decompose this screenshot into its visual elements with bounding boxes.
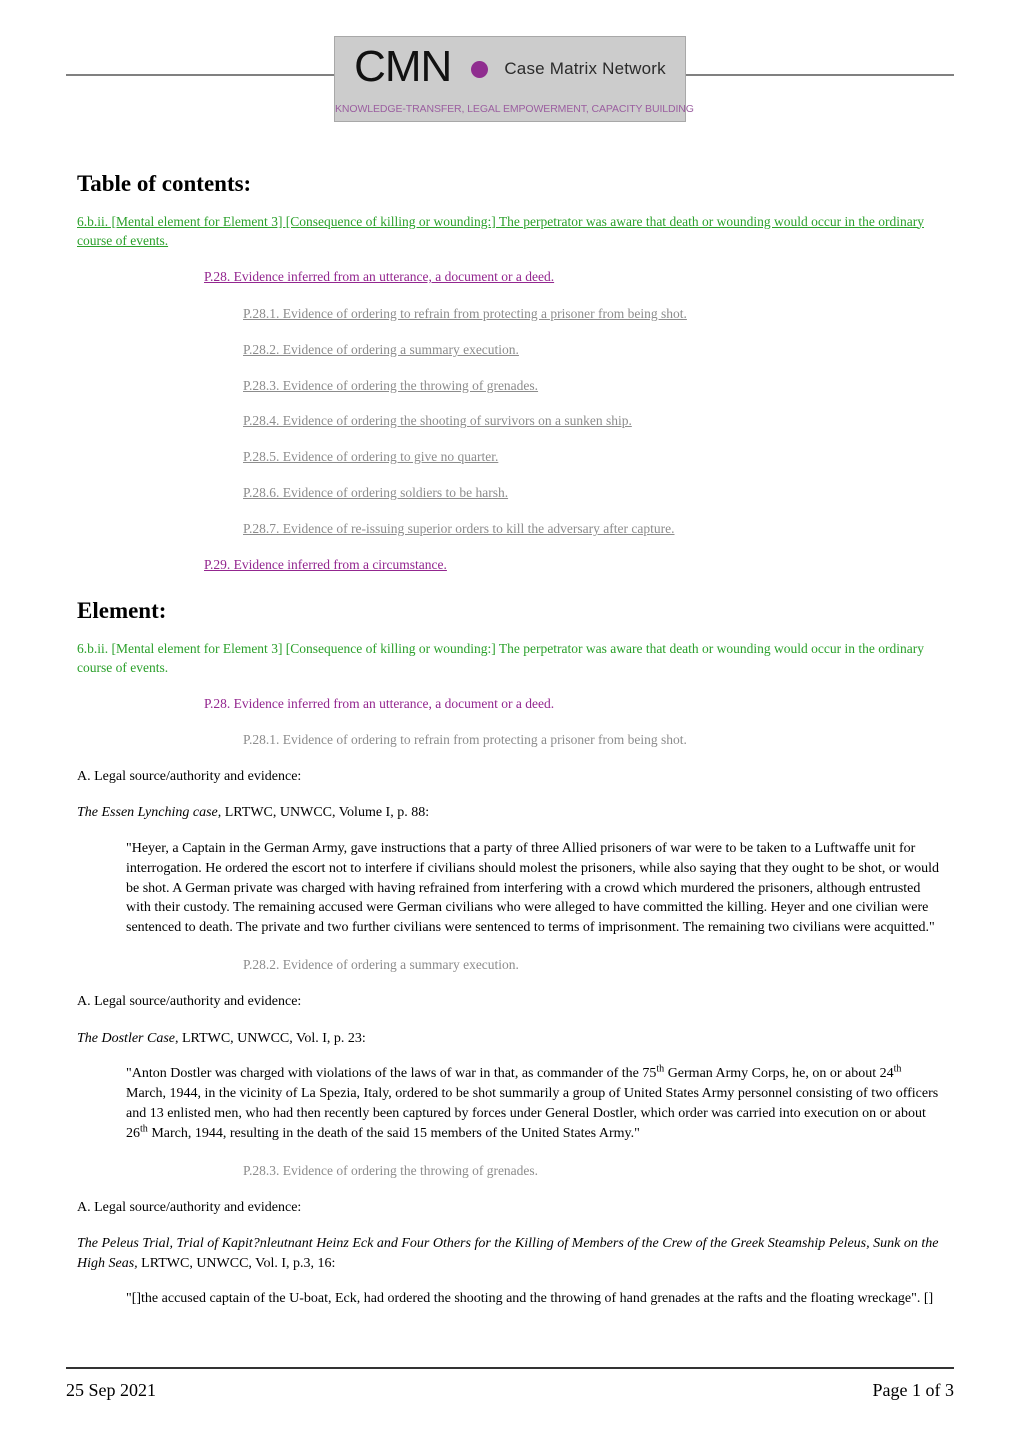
toc-link-p28-7[interactable]: P.28.7. Evidence of re-issuing superior … — [243, 520, 943, 539]
legal-source-label-1: A. Legal source/authority and evidence: — [77, 768, 302, 784]
legal-source-label-3: A. Legal source/authority and evidence: — [77, 1199, 302, 1215]
citation-2-rest: , LRTWC, UNWCC, Vol. I, p. 23: — [175, 1030, 366, 1046]
element-p28-text: P.28. Evidence inferred from an utteranc… — [204, 695, 555, 711]
toc-heading: Table of contents: — [77, 171, 252, 196]
cmn-logo: CMN Case Matrix Network KNOWLEDGE-TRANSF… — [334, 36, 694, 122]
toc-link-element[interactable]: 6.b.ii. [Mental element for Element 3] [… — [77, 212, 943, 250]
quote-2-sup-3: th — [140, 1123, 148, 1135]
element-heading: Element: — [77, 597, 167, 623]
logo-dot-icon — [471, 60, 489, 78]
quote-3: "[]the accused captain of the U-boat, Ec… — [126, 1291, 934, 1307]
logo-main-row: CMN Case Matrix Network — [335, 43, 685, 95]
toc-link-p28-6[interactable]: P.28.6. Evidence of ordering soldiers to… — [243, 484, 943, 503]
toc-link-p28[interactable]: P.28. Evidence inferred from an utteranc… — [204, 268, 943, 287]
citation-3: The Peleus Trial, Trial of Kapit?nleutna… — [77, 1234, 943, 1273]
toc-link-p29[interactable]: P.29. Evidence inferred from a circumsta… — [204, 556, 943, 575]
quote-2: "Anton Dostler was charged with violatio… — [126, 1064, 941, 1144]
footer-date: 25 Sep 2021 — [66, 1380, 156, 1400]
toc-link-p28-2[interactable]: P.28.2. Evidence of ordering a summary e… — [243, 341, 943, 360]
citation-1-title: The Essen Lynching case — [77, 805, 218, 821]
citation-1: The Essen Lynching case, LRTWC, UNWCC, V… — [77, 803, 943, 823]
element-text: 6.b.ii. [Mental element for Element 3] [… — [77, 640, 924, 675]
page-header: CMN Case Matrix Network KNOWLEDGE-TRANSF… — [0, 36, 1020, 122]
quote-2-part-b: German Army Corps, he, on or about 24 — [664, 1066, 894, 1082]
logo-acronym-text: CMN — [354, 42, 452, 91]
toc-link-p28-3[interactable]: P.28.3. Evidence of ordering the throwin… — [243, 377, 943, 396]
quote-2-sup-1: th — [656, 1063, 665, 1075]
page-footer: 25 Sep 2021 Page 1 of 3 — [66, 1367, 954, 1401]
quote-2-part-d: March, 1944, resulting in the death of t… — [147, 1125, 640, 1141]
footer-rule — [66, 1367, 954, 1369]
logo-name-text: Case Matrix Network — [504, 59, 666, 78]
quote-2-part-a: "Anton Dostler was charged with violatio… — [126, 1066, 657, 1082]
legal-source-label-2: A. Legal source/authority and evidence: — [77, 994, 302, 1010]
toc-link-p28-5[interactable]: P.28.5. Evidence of ordering to give no … — [243, 448, 943, 467]
logo-tagline-text: KNOWLEDGE-TRANSFER, LEGAL EMPOWERMENT, C… — [335, 103, 694, 115]
quote-2-sup-2: th — [893, 1063, 902, 1075]
header-rule-right — [686, 74, 954, 76]
toc-link-p28-1[interactable]: P.28.1. Evidence of ordering to refrain … — [243, 305, 943, 324]
quote-1: "Heyer, a Captain in the German Army, ga… — [126, 840, 939, 936]
citation-2-title: The Dostler Case — [77, 1030, 175, 1046]
document-page: CMN Case Matrix Network KNOWLEDGE-TRANSF… — [0, 0, 1020, 1443]
citation-2: The Dostler Case, LRTWC, UNWCC, Vol. I, … — [77, 1029, 943, 1049]
element-subheading-p28-3: P.28.3. Evidence of ordering the throwin… — [243, 1162, 539, 1178]
header-rule-left — [66, 74, 334, 76]
footer-row: 25 Sep 2021 Page 1 of 3 — [66, 1380, 954, 1401]
document-content: Table of contents: 6.b.ii. [Mental eleme… — [77, 170, 943, 1327]
element-subheading-p28-1: P.28.1. Evidence of ordering to refrain … — [243, 731, 687, 747]
citation-3-rest: LRTWC, UNWCC, Vol. I, p.3, 16: — [137, 1255, 336, 1271]
citation-1-rest: , LRTWC, UNWCC, Volume I, p. 88: — [217, 805, 430, 821]
element-subheading-p28-2: P.28.2. Evidence of ordering a summary e… — [243, 957, 519, 973]
toc-link-p28-4[interactable]: P.28.4. Evidence of ordering the shootin… — [243, 412, 943, 431]
footer-page-number: Page 1 of 3 — [872, 1380, 954, 1400]
